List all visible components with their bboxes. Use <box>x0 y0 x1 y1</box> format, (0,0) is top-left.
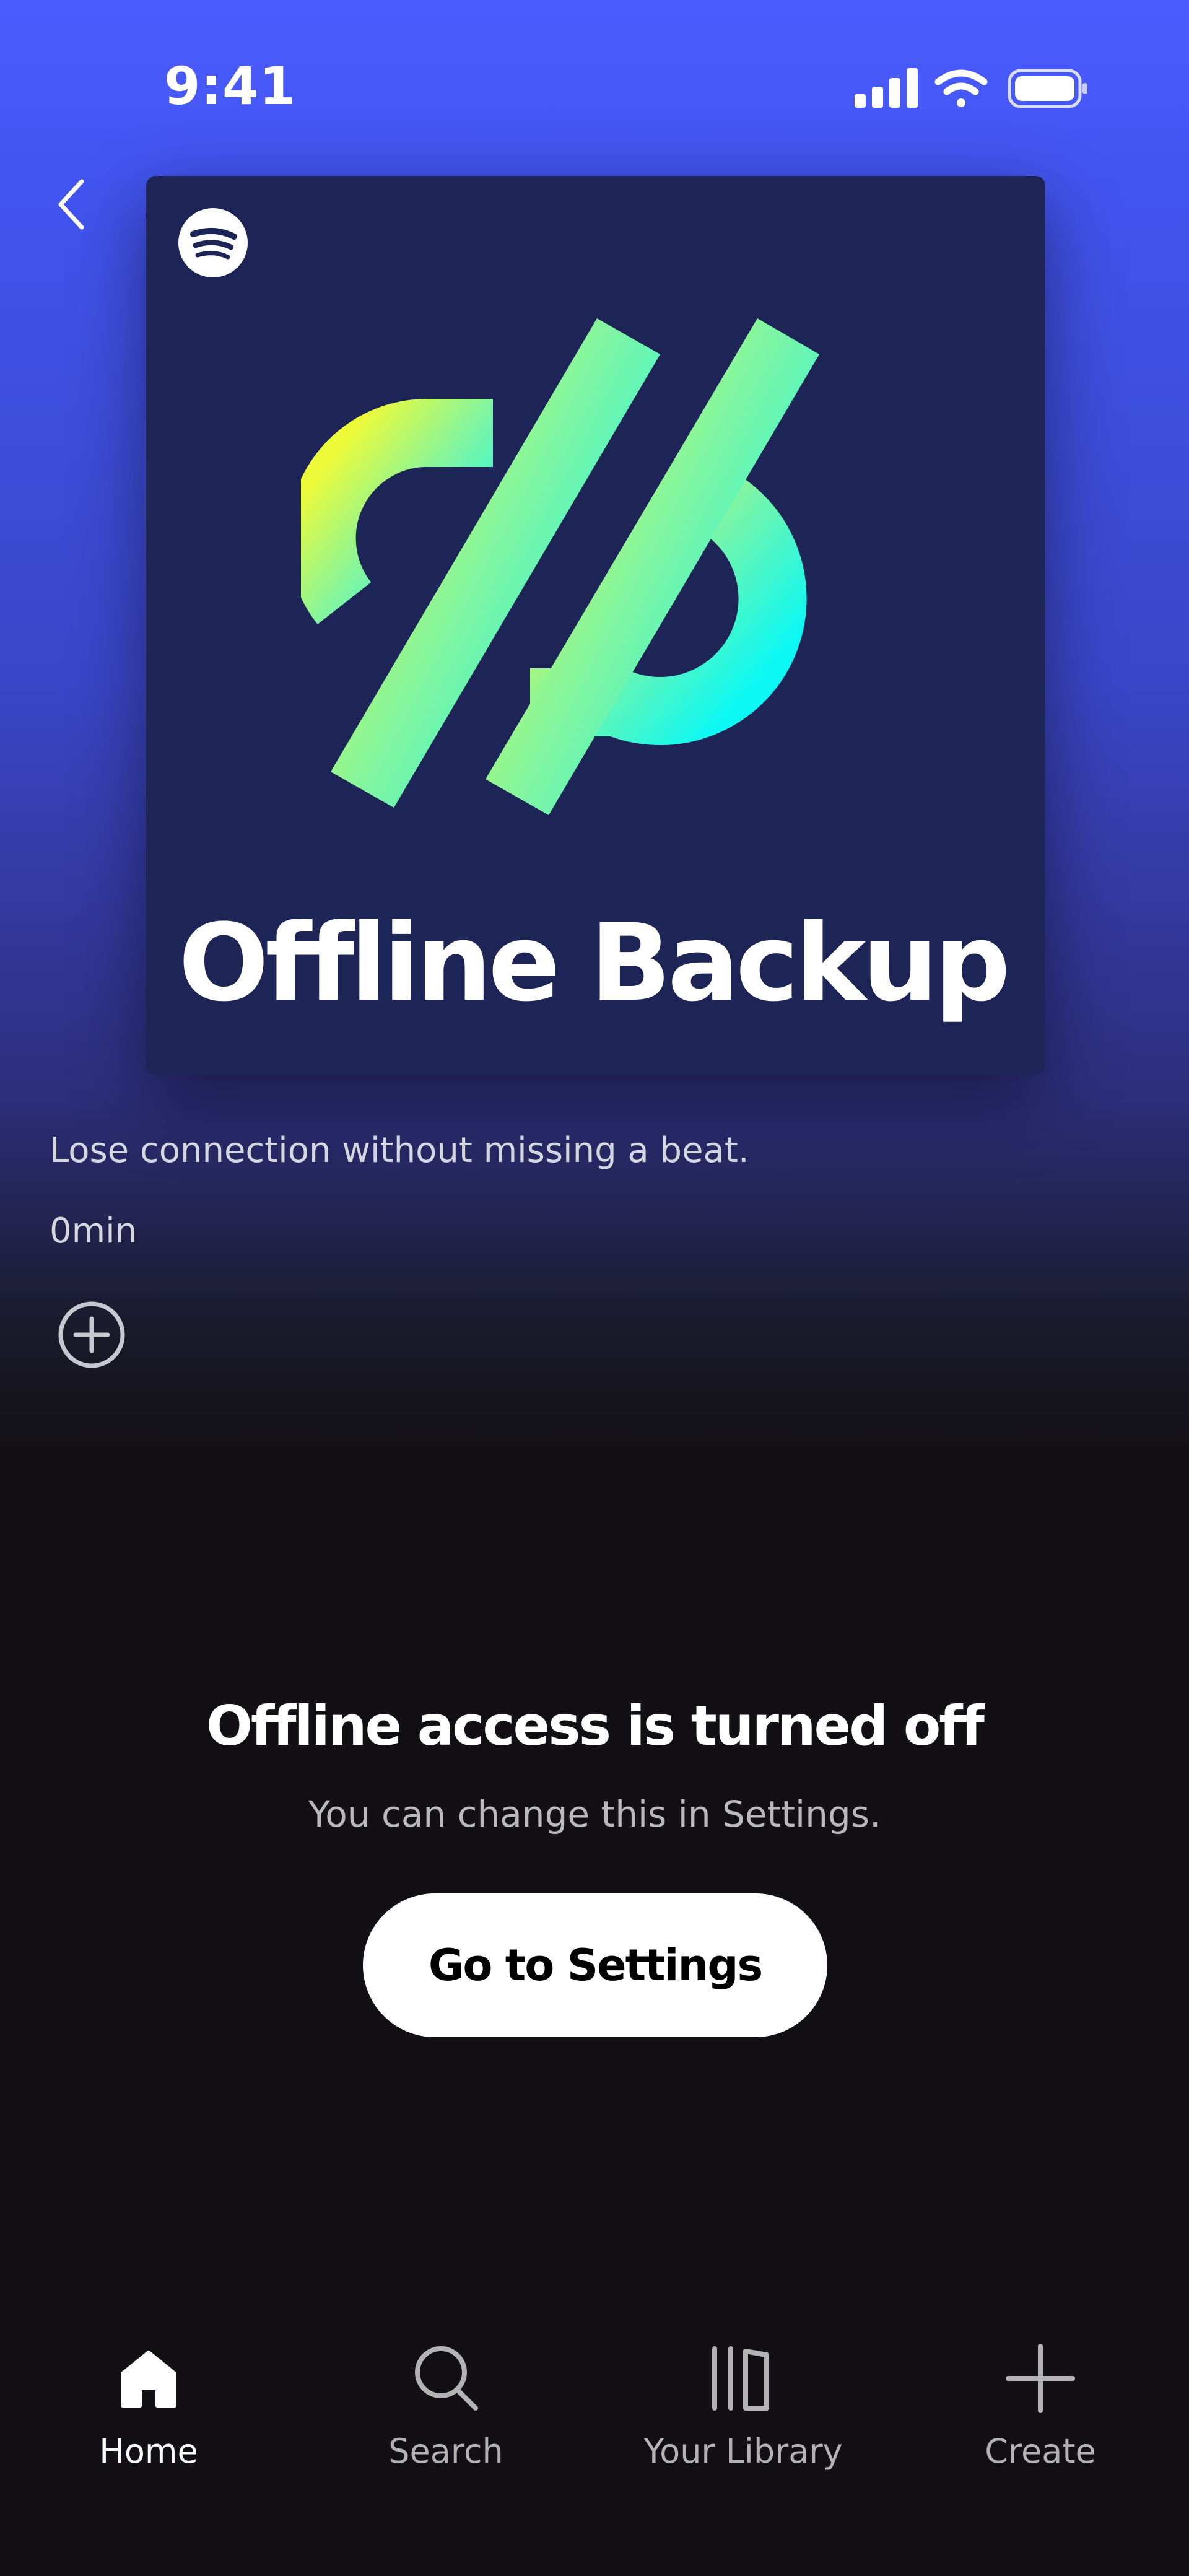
tab-your-library-label: Your Library <box>643 2432 843 2471</box>
offline-backup-art <box>301 318 819 815</box>
status-icons <box>855 68 1087 108</box>
status-time: 9:41 <box>164 56 296 116</box>
wifi-icon <box>934 69 988 107</box>
library-icon <box>712 2346 769 2411</box>
cellular-signal-icon <box>855 68 918 108</box>
tab-search[interactable]: Search <box>297 2341 594 2490</box>
plus-icon <box>1006 2344 1075 2413</box>
go-to-settings-button[interactable]: Go to Settings <box>363 1893 827 2037</box>
playlist-description: Lose connection without missing a beat. <box>50 1130 749 1171</box>
tab-home[interactable]: Home <box>0 2341 297 2490</box>
tab-home-label: Home <box>99 2432 198 2471</box>
tab-search-label: Search <box>388 2432 503 2471</box>
bottom-tab-bar: Home Search Your Library Create <box>0 2292 1189 2576</box>
tab-create[interactable]: Create <box>892 2341 1189 2490</box>
playlist-cover: Offline Backup <box>146 176 1045 1075</box>
spotify-logo-icon <box>178 208 248 277</box>
playlist-duration: 0min <box>50 1211 137 1251</box>
tab-create-label: Create <box>985 2432 1096 2471</box>
chevron-left-icon <box>58 179 84 230</box>
status-bar: 9:41 <box>0 0 1189 161</box>
add-to-library-button[interactable] <box>54 1298 129 1372</box>
cover-title: Offline Backup <box>178 901 1011 1025</box>
back-button[interactable] <box>50 177 93 232</box>
search-icon <box>415 2346 478 2411</box>
empty-state-subtitle: You can change this in Settings. <box>308 1793 881 1835</box>
battery-icon <box>1008 69 1087 108</box>
add-circle-icon <box>58 1301 125 1368</box>
tab-your-library[interactable]: Your Library <box>594 2341 892 2490</box>
empty-state-title: Offline access is turned off <box>206 1694 985 1758</box>
home-icon <box>121 2351 176 2408</box>
